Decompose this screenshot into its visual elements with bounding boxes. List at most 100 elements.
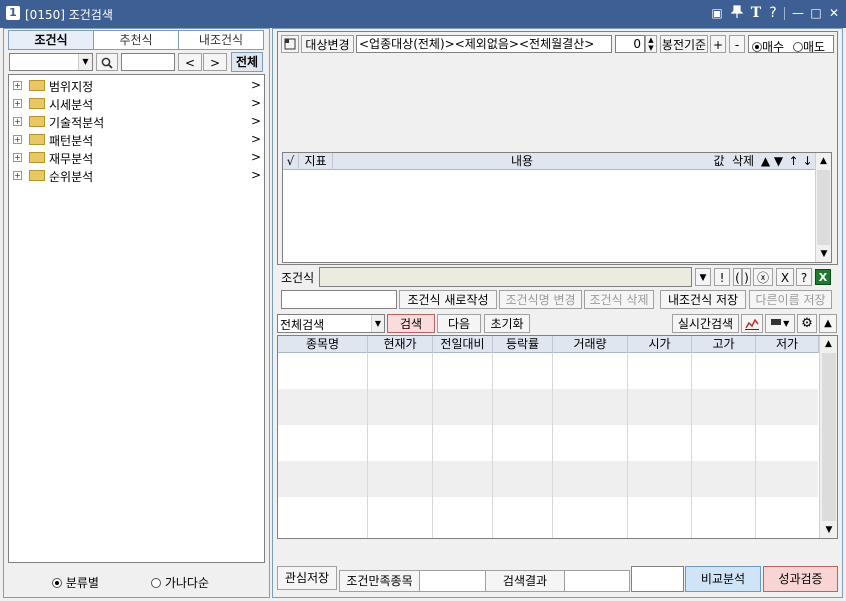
target-change-button[interactable]: 대상변경 [301,35,354,53]
radio-label: 매도 [803,40,826,54]
expand-icon[interactable]: + [13,117,22,126]
candle-value-input[interactable]: 0 [615,35,645,53]
plus-button[interactable]: + [710,35,726,53]
chevron-down-icon[interactable]: ▼ [371,315,384,332]
radio-icon[interactable] [52,578,62,588]
col-divider [691,353,692,538]
radio-sell[interactable]: 매도 [793,38,825,55]
results-grid: 종목명 현재가 전일대비 등락률 거래량 시가 고가 저가 ▲ ▼ [277,335,838,539]
op-dropdown-button[interactable]: ▼ [695,268,711,286]
gear-icon[interactable]: ⚙ [797,314,817,333]
scroll-thumb[interactable] [822,353,836,521]
performance-verify-button[interactable]: 성과검증 [763,566,838,592]
folder-icon [29,152,45,163]
footer-blank-box [631,566,684,592]
scroll-up-icon[interactable]: ▲ [820,336,837,352]
table-row[interactable] [278,389,818,425]
search-combo[interactable]: ▼ [9,53,93,71]
op-close-paren-button[interactable]: ) [742,268,751,286]
titlebar-divider [784,7,785,20]
scroll-thumb[interactable] [817,170,830,245]
expand-icon[interactable]: + [13,99,22,108]
maximize-icon[interactable]: □ [808,5,824,21]
tree-item-pattern[interactable]: + 패턴분석 > [13,131,263,149]
expand-icon[interactable]: + [13,153,22,162]
expand-icon[interactable]: + [13,171,22,180]
radio-icon[interactable] [793,42,803,52]
radio-icon[interactable] [752,42,762,52]
font-icon[interactable]: T [748,5,764,21]
radio-buy[interactable]: 매수 [752,38,784,55]
table-row[interactable] [278,497,818,533]
reset-button[interactable]: 초기화 [484,314,530,333]
radio-label: 매수 [762,40,785,54]
search-input[interactable] [121,53,175,71]
close-icon[interactable]: ✕ [826,5,842,21]
folder-icon [29,170,45,181]
tab-recommended[interactable]: 추천식 [94,31,179,49]
search-next-button[interactable]: 다음 [437,314,481,333]
radio-alphabetical[interactable]: 가나다순 [151,574,209,591]
rename-condition-button[interactable]: 조건식명 변경 [499,290,582,309]
radio-icon[interactable] [151,578,161,588]
op-help-button[interactable]: ? [796,268,812,286]
col-high: 고가 [692,336,756,353]
col-move-up[interactable]: ↑ [787,153,800,170]
expand-icon[interactable]: + [13,81,22,90]
minimize-icon[interactable]: — [790,5,806,21]
table-row[interactable] [278,425,818,461]
candle-stepper[interactable]: ▲ ▼ [645,35,657,53]
display-mode-dropdown[interactable]: ▼ [765,314,795,333]
condition-name-input[interactable] [281,290,397,309]
search-button[interactable] [96,53,118,71]
next-button[interactable]: > [203,53,227,71]
op-xor-button[interactable]: ⓧ [753,268,773,286]
table-row[interactable] [278,461,818,497]
candle-basis-label: 봉전기준 [660,35,708,53]
tree-item-ranking[interactable]: + 순위분석 > [13,167,263,185]
delete-condition-button[interactable]: 조건식 삭제 [584,290,654,309]
expand-icon[interactable]: + [13,135,22,144]
tab-conditions[interactable]: 조건식 [9,31,94,49]
col-down-triangle[interactable]: ▼ [772,153,785,170]
condition-grid-scrollbar[interactable]: ▲ ▼ [815,153,831,262]
chart-icon[interactable] [741,314,763,333]
condition-expression-input[interactable] [319,267,692,287]
table-row[interactable] [278,353,818,389]
watchlist-save-button[interactable]: 관심저장 [277,566,337,590]
scroll-down-icon[interactable]: ▼ [820,522,838,538]
search-run-button[interactable]: 검색 [387,314,435,333]
scroll-down-icon[interactable]: ▼ [816,246,832,262]
save-as-button[interactable]: 다른이름 저장 [749,290,832,309]
col-up-triangle[interactable]: ▲ [759,153,772,170]
pin-icon[interactable] [729,5,745,21]
radio-by-category[interactable]: 분류별 [52,574,99,591]
chevron-down-icon[interactable]: ▼ [78,54,92,70]
collapse-up-icon[interactable]: ▲ [819,314,837,333]
layout-icon[interactable]: ▣ [709,5,725,21]
search-type-select[interactable]: 전체검색 ▼ [277,314,385,333]
new-condition-button[interactable]: 조건식 새로작성 [399,290,497,309]
tree-item-price[interactable]: + 시세분석 > [13,95,263,113]
minus-button[interactable]: - [729,35,745,53]
results-grid-header: 종목명 현재가 전일대비 등락률 거래량 시가 고가 저가 [278,336,819,353]
tree-item-range[interactable]: + 범위지정 > [13,77,263,95]
results-scrollbar[interactable]: ▲ ▼ [819,336,837,538]
help-icon[interactable]: ? [765,5,781,21]
op-open-paren-button[interactable]: ( [733,268,742,286]
op-clear-button[interactable]: X [776,268,794,286]
tab-my-conditions[interactable]: 내조건식 [179,31,263,49]
target-icon[interactable] [281,35,299,53]
col-move-down[interactable]: ↓ [801,153,814,170]
excel-icon[interactable]: X [815,269,831,285]
tree-item-financial[interactable]: + 재무분석 > [13,149,263,167]
all-button[interactable]: 전체 [231,52,263,72]
prev-button[interactable]: < [178,53,202,71]
title-bar: 1 [0150] 조건검색 ▣ T ? — □ ✕ [0,0,846,28]
scroll-up-icon[interactable]: ▲ [816,153,831,169]
tree-item-technical[interactable]: + 기술적분석 > [13,113,263,131]
save-my-condition-button[interactable]: 내조건식 저장 [660,290,746,309]
op-not-button[interactable]: ! [714,268,730,286]
compare-analysis-button[interactable]: 비교분석 [685,566,761,592]
realtime-search-button[interactable]: 실시간검색 [672,314,739,333]
